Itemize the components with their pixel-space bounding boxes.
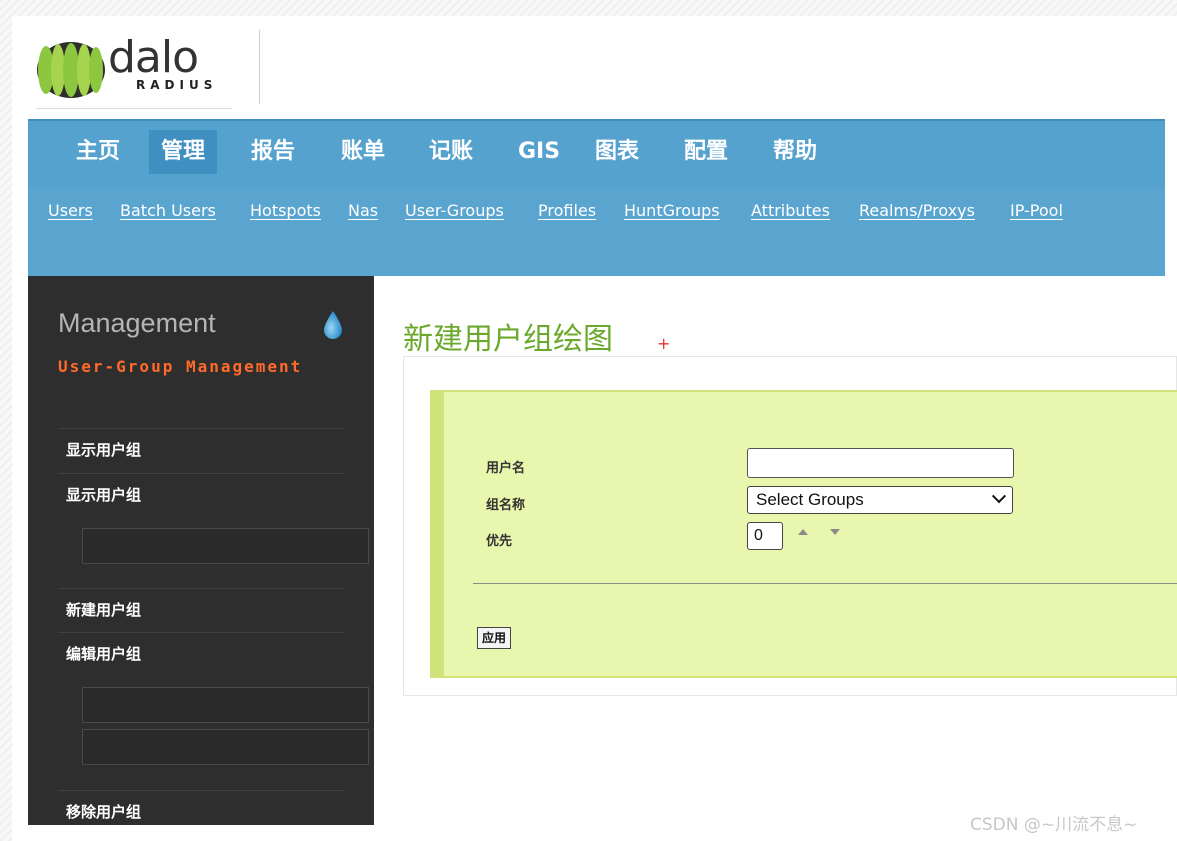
username-label: 用户名 [486,461,526,476]
sub-nav: Users Batch Users Hotspots Nas User-Grou… [28,187,1165,276]
nav-item-management[interactable]: 管理 [149,130,218,174]
sidebar-item-remove-group[interactable]: 移除用户组 [58,790,344,834]
decrement-arrow-icon[interactable] [830,529,840,535]
group-select-value: Select Groups [756,490,864,509]
subnav-batch-users[interactable]: Batch Users [120,201,216,220]
logo-wordmark: dalo [108,32,199,83]
logo-subtext: RADIUS [136,78,218,92]
sidebar-item-new-group[interactable]: 新建用户组 [58,588,344,632]
page-title: 新建用户组绘图 [403,322,613,357]
priority-input[interactable]: 0 [747,522,783,550]
sidebar-title: Management [58,308,216,338]
apply-button[interactable]: 应用 [477,627,511,649]
water-drop-icon [324,311,342,339]
sidebar-subtitle: User-Group Management [58,357,303,376]
dalo-radius-logo[interactable]: dalo RADIUS [36,34,231,110]
header-divider [259,30,260,104]
subnav-realms-proxys[interactable]: Realms/Proxys [859,201,975,220]
nav-item-gis[interactable]: GIS [506,130,572,174]
username-input[interactable] [747,448,1014,478]
sidebar-item-list-groups[interactable]: 显示用户组 [58,428,344,472]
logo-globe-icon [37,42,105,98]
nav-item-help[interactable]: 帮助 [761,130,829,174]
nav-item-reports[interactable]: 报告 [239,130,307,174]
group-select[interactable]: Select Groups [747,486,1013,514]
plus-icon: + [657,334,671,353]
watermark: CSDN @~川流不息~ [970,815,1138,835]
nav-item-config[interactable]: 配置 [672,130,740,174]
chevron-down-icon [991,489,1007,504]
subnav-huntgroups[interactable]: HuntGroups [624,201,720,220]
logo-underline [36,108,232,109]
priority-label: 优先 [486,534,513,549]
sidebar: Management User-Group Management 显示用户组 显… [28,276,374,825]
subnav-user-groups[interactable]: User-Groups [405,201,504,220]
sidebar-input-box-2[interactable] [82,687,369,723]
sidebar-input-box[interactable] [82,528,369,564]
sidebar-input-box-3[interactable] [82,729,369,765]
form-divider [473,583,1177,584]
increment-arrow-icon[interactable] [798,529,808,535]
nav-item-home[interactable]: 主页 [64,130,132,174]
subnav-ip-pool[interactable]: IP-Pool [1010,201,1063,220]
nav-item-billing[interactable]: 账单 [329,130,397,174]
group-name-label: 组名称 [486,498,526,513]
sidebar-item-edit-group[interactable]: 编辑用户组 [58,632,344,676]
subnav-hotspots[interactable]: Hotspots [250,201,321,220]
subnav-users[interactable]: Users [48,201,93,220]
nav-item-accounting[interactable]: 记账 [417,130,485,174]
subnav-profiles[interactable]: Profiles [538,201,596,220]
subnav-attributes[interactable]: Attributes [751,201,830,220]
sidebar-item-list-groups-2[interactable]: 显示用户组 [58,473,344,517]
main-nav: 主页 管理 报告 账单 记账 GIS 图表 配置 帮助 [28,121,1165,187]
subnav-nas[interactable]: Nas [348,201,378,220]
nav-item-graphs[interactable]: 图表 [583,130,651,174]
